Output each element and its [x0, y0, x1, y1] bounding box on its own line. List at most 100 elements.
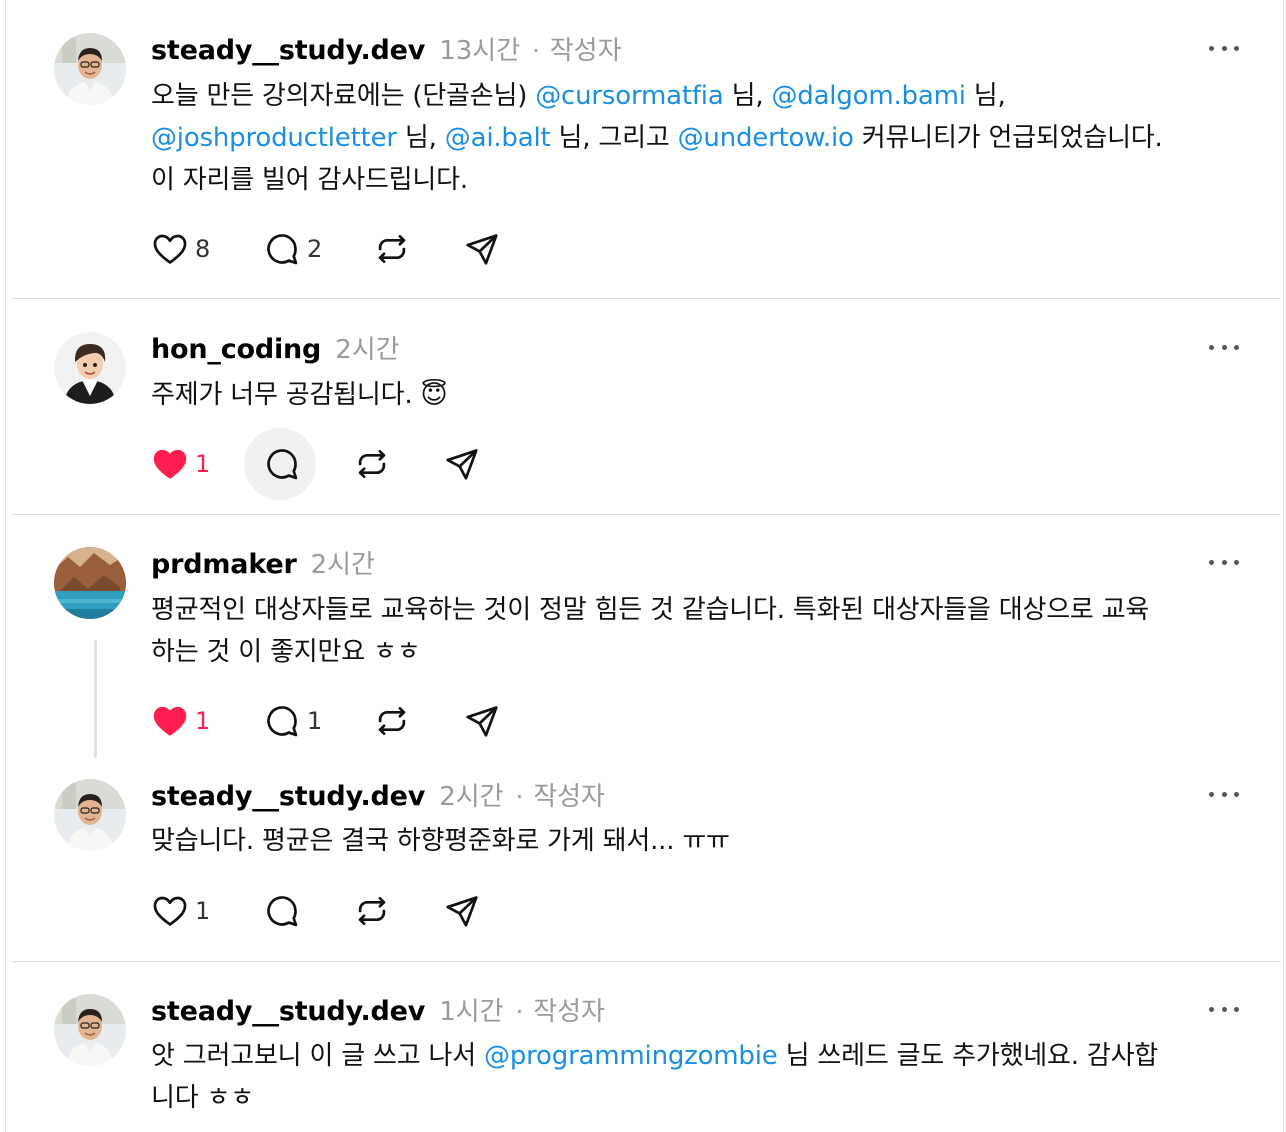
- divider: [12, 514, 1281, 515]
- share-button[interactable]: [443, 444, 481, 484]
- reply-button[interactable]: [263, 444, 301, 484]
- like-button[interactable]: 8: [151, 229, 210, 269]
- avatar[interactable]: [54, 33, 126, 105]
- mention-link[interactable]: @programmingzombie: [484, 1041, 778, 1071]
- timestamp[interactable]: 13시간: [439, 30, 520, 67]
- body-line: 앗 그러고보니 이 글 쓰고 나서 @programmingzombie 님 쓰…: [151, 1035, 1251, 1077]
- author-badge: 작성자: [533, 997, 605, 1027]
- share-button[interactable]: [463, 701, 501, 741]
- share-icon: [446, 449, 478, 480]
- text: 님 쓰레드 글도 추가했네요. 감사합: [777, 1041, 1159, 1071]
- timestamp[interactable]: 1시간: [439, 991, 503, 1028]
- repost-icon: [378, 234, 406, 264]
- mention-link[interactable]: @undertow.io: [678, 123, 854, 153]
- like-count: 1: [195, 707, 211, 735]
- post-header: steady__study.dev 1시간 · 작성자: [151, 991, 1243, 1028]
- separator-dot: ·: [515, 783, 524, 811]
- post-body: 평균적인 대상자들로 교육하는 것이 정말 힘든 것 같습니다. 특화된 대상자…: [151, 589, 1251, 673]
- more-icon[interactable]: [1209, 1004, 1239, 1014]
- body-line: 이 자리를 빌어 감사드립니다.: [151, 165, 468, 195]
- post-body: 주제가 너무 공감됩니다. 😇: [151, 380, 448, 410]
- reply-count: 1: [307, 707, 323, 735]
- mention-link[interactable]: @ai.balt: [445, 123, 551, 153]
- author-badge: 작성자: [549, 36, 622, 66]
- separator-dot: ·: [515, 998, 524, 1026]
- avatar[interactable]: [54, 547, 126, 619]
- more-icon[interactable]: [1209, 43, 1239, 53]
- share-button[interactable]: [443, 891, 481, 931]
- text: 앗 그러고보니 이 글 쓰고 나서: [151, 1041, 485, 1071]
- body-line: @joshproductletter 님, @ai.balt 님, 그리고 @u…: [151, 117, 1251, 159]
- body-line: 오늘 만든 강의자료에는 (단골손님) @cursormatfia 님, @da…: [151, 75, 1251, 117]
- post-header: prdmaker 2시간: [151, 544, 1243, 581]
- body-line: 니다 ㅎㅎ: [151, 1083, 254, 1113]
- username[interactable]: steady__study.dev: [151, 781, 425, 812]
- heart-filled-icon: [153, 706, 187, 736]
- text: 님,: [396, 123, 445, 153]
- avatar[interactable]: [54, 332, 126, 404]
- heart-filled-icon: [153, 449, 187, 479]
- post-header: steady__study.dev 13시간 · 작성자: [151, 30, 1243, 67]
- more-icon[interactable]: [1209, 342, 1239, 352]
- text: 님,: [723, 81, 772, 111]
- text: 님,: [965, 81, 1006, 111]
- like-button[interactable]: 1: [151, 891, 210, 931]
- like-count: 1: [195, 450, 211, 478]
- like-button[interactable]: 1: [151, 444, 210, 484]
- heart-icon: [153, 234, 187, 264]
- username[interactable]: hon_coding: [151, 334, 321, 365]
- post-header: hon_coding 2시간: [151, 329, 1243, 366]
- post-body: 앗 그러고보니 이 글 쓰고 나서 @programmingzombie 님 쓰…: [151, 1035, 1251, 1119]
- thread-feed: steady__study.dev 13시간 · 작성자 오늘 만든 강의자료에…: [5, 0, 1284, 1132]
- repost-button[interactable]: [353, 444, 391, 484]
- mention-link[interactable]: @joshproductletter: [151, 123, 397, 153]
- repost-icon: [378, 706, 406, 736]
- post-body: 맞습니다. 평균은 결국 하향평준화로 가게 돼서... ㅠㅠ: [151, 826, 730, 856]
- repost-button[interactable]: [353, 891, 391, 931]
- comment-icon: [267, 706, 298, 737]
- username[interactable]: steady__study.dev: [151, 996, 425, 1027]
- text: 오늘 만든 강의자료에는 (단골손님): [151, 81, 536, 111]
- repost-button[interactable]: [373, 701, 411, 741]
- share-icon: [466, 234, 498, 265]
- text: 님, 그리고: [550, 123, 678, 153]
- reply-button[interactable]: 1: [263, 701, 322, 741]
- reply-count: 2: [307, 235, 323, 263]
- divider: [12, 298, 1281, 299]
- repost-icon: [358, 449, 386, 479]
- repost-button[interactable]: [373, 229, 411, 269]
- more-icon[interactable]: [1209, 789, 1239, 799]
- heart-icon: [153, 896, 187, 926]
- share-icon: [466, 706, 498, 737]
- timestamp[interactable]: 2시간: [439, 776, 503, 813]
- body-line: 평균적인 대상자들로 교육하는 것이 정말 힘든 것 같습니다. 특화된 대상자…: [151, 595, 1150, 625]
- username[interactable]: prdmaker: [151, 549, 297, 580]
- text: 커뮤니티가 언급되었습니다.: [853, 123, 1163, 153]
- avatar[interactable]: [54, 779, 126, 851]
- separator-dot: ·: [532, 37, 540, 65]
- comment-icon: [267, 234, 298, 265]
- comment-icon: [267, 449, 298, 480]
- username[interactable]: steady__study.dev: [151, 35, 425, 66]
- timestamp[interactable]: 2시간: [335, 329, 399, 366]
- body-line: 하는 것 이 좋지만요 ㅎㅎ: [151, 637, 421, 667]
- divider: [12, 961, 1281, 962]
- like-button[interactable]: 1: [151, 701, 210, 741]
- share-button[interactable]: [463, 229, 501, 269]
- reply-button[interactable]: 2: [263, 229, 322, 269]
- reply-button[interactable]: [263, 891, 301, 931]
- mention-link[interactable]: @dalgom.bami: [771, 81, 965, 111]
- share-icon: [446, 896, 478, 927]
- thread-line: [94, 640, 97, 758]
- post-header: steady__study.dev 2시간 · 작성자: [151, 776, 1243, 813]
- timestamp[interactable]: 2시간: [311, 544, 375, 581]
- like-count: 1: [195, 897, 211, 925]
- avatar[interactable]: [54, 994, 126, 1066]
- like-count: 8: [195, 235, 211, 263]
- more-icon[interactable]: [1209, 557, 1239, 567]
- author-badge: 작성자: [533, 782, 605, 812]
- post-body: 오늘 만든 강의자료에는 (단골손님) @cursormatfia 님, @da…: [151, 75, 1251, 201]
- mention-link[interactable]: @cursormatfia: [535, 81, 724, 111]
- comment-icon: [267, 896, 298, 927]
- repost-icon: [358, 896, 386, 926]
